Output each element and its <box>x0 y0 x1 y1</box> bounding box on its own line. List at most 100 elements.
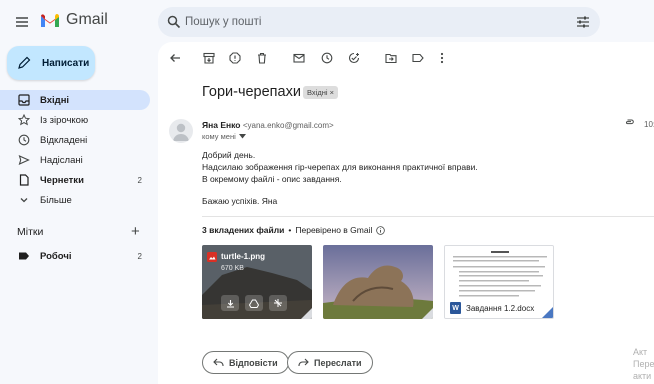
more-icon <box>440 52 444 64</box>
add-label-button[interactable]: + <box>131 223 140 240</box>
labels-button[interactable] <box>410 50 426 66</box>
search-input[interactable] <box>185 12 545 32</box>
delete-icon <box>258 52 266 64</box>
star-icon <box>18 114 30 126</box>
snooze-button[interactable] <box>319 50 335 66</box>
divider <box>202 216 654 217</box>
download-button[interactable] <box>221 295 239 311</box>
info-icon[interactable] <box>376 225 386 235</box>
sidebar-item-label: Відкладені <box>40 134 88 146</box>
report-spam-button[interactable] <box>227 50 243 66</box>
labels-icon <box>412 53 424 63</box>
archive-button[interactable] <box>201 50 217 66</box>
email-view: Гори-черепахи Вхідні × Яна Енко <yana.en… <box>158 42 654 384</box>
person-icon <box>173 123 189 141</box>
add-task-icon <box>348 52 360 64</box>
image-file-icon <box>207 252 217 262</box>
attachment-indicator-icon <box>626 119 634 125</box>
document-preview <box>445 246 553 300</box>
sender-email: <yana.enko@gmail.com> <box>242 121 334 130</box>
drive-icon <box>249 299 259 308</box>
chevron-down-icon <box>20 198 28 203</box>
sidebar-item-label: Чернетки <box>40 174 84 186</box>
add-task-button[interactable] <box>346 50 362 66</box>
send-icon <box>18 155 30 165</box>
sidebar-item-snoozed[interactable]: Відкладені <box>0 130 150 150</box>
draft-icon <box>19 174 29 186</box>
main-menu-button[interactable] <box>10 10 34 34</box>
gmail-m-icon <box>41 13 59 27</box>
app-name: Gmail <box>66 11 108 28</box>
caret-down-icon <box>238 134 246 139</box>
labels-heading: Мітки <box>17 226 44 238</box>
attachment-size: 670 KB <box>221 265 244 272</box>
delete-button[interactable] <box>254 50 270 66</box>
attachments-scan-status: Перевірено в Gmail <box>295 225 373 235</box>
attachment-turtle-1[interactable]: turtle-1.png 670 KB <box>202 245 312 319</box>
sidebar-item-drafts[interactable]: Чернетки 2 <box>0 170 150 190</box>
menu-icon <box>16 17 28 27</box>
attachment-name: turtle-1.png <box>221 252 265 261</box>
sidebar-item-label: Більше <box>40 194 72 206</box>
sidebar-item-more[interactable]: Більше <box>0 190 150 210</box>
turtle-rock-thumbnail <box>323 245 433 319</box>
sender-line: Яна Енко <yana.enko@gmail.com> <box>202 120 334 130</box>
add-to-photos-button[interactable] <box>269 295 287 311</box>
sidebar-item-inbox[interactable]: Вхідні <box>0 90 150 110</box>
move-to-button[interactable] <box>383 50 399 66</box>
folder-chip[interactable]: Вхідні × <box>303 86 338 99</box>
reply-button[interactable]: Відповісти <box>202 351 289 374</box>
archive-icon <box>203 52 215 64</box>
search-options-icon[interactable] <box>576 15 590 29</box>
attachments-count: 3 вкладених файли <box>202 225 285 235</box>
reply-label: Відповісти <box>229 357 278 368</box>
mark-unread-button[interactable] <box>291 50 307 66</box>
attachment-name: Завдання 1.2.docx <box>466 303 535 313</box>
recipient-details[interactable]: кому мені <box>202 132 246 141</box>
email-body-line: Надсилаю зображення гір-черепах для вико… <box>202 162 478 172</box>
document-label: W Завдання 1.2.docx <box>445 298 553 318</box>
sidebar-label-work[interactable]: Робочі 2 <box>0 246 150 266</box>
email-body-line: Добрий день. <box>202 150 256 160</box>
back-button[interactable] <box>167 50 183 66</box>
sidebar-item-starred[interactable]: Із зірочкою <box>0 110 150 130</box>
avatar[interactable] <box>169 119 193 143</box>
word-icon: W <box>450 302 461 314</box>
sidebar-item-label: Із зірочкою <box>40 114 89 126</box>
save-to-drive-button[interactable] <box>245 295 263 311</box>
activation-watermark: Акт Пере акти <box>633 347 654 381</box>
photos-icon <box>274 299 282 307</box>
more-button[interactable] <box>434 50 450 66</box>
email-time: 10:3 <box>644 120 654 129</box>
clock-icon <box>18 134 30 146</box>
label-count: 2 <box>137 251 142 261</box>
forward-icon <box>298 358 309 366</box>
attachment-docx[interactable]: W Завдання 1.2.docx <box>444 245 554 319</box>
sidebar-item-sent[interactable]: Надіслані <box>0 150 150 170</box>
inbox-icon <box>18 94 30 106</box>
label-icon <box>19 252 29 260</box>
search-bar[interactable] <box>158 7 600 37</box>
drafts-count: 2 <box>137 175 142 185</box>
report-spam-icon <box>229 52 241 64</box>
search-icon[interactable] <box>167 15 181 29</box>
email-body-line: В окремому файлі - опис завдання. <box>202 174 342 184</box>
forward-button[interactable]: Переслати <box>287 351 373 374</box>
sender-name: Яна Енко <box>202 120 241 130</box>
forward-label: Переслати <box>314 357 362 368</box>
recipient-label: кому мені <box>202 132 236 141</box>
attachments-header: 3 вкладених файли • Перевірено в Gmail <box>202 225 386 235</box>
compose-button[interactable]: Написати <box>7 46 95 80</box>
sidebar-item-label: Робочі <box>40 250 72 262</box>
snooze-icon <box>321 52 333 64</box>
move-to-icon <box>385 53 397 64</box>
attachment-turtle-2[interactable] <box>323 245 433 319</box>
mark-unread-icon <box>293 53 305 63</box>
reply-icon <box>213 358 224 366</box>
back-icon <box>170 54 180 62</box>
download-icon <box>226 299 234 308</box>
gmail-logo[interactable]: Gmail <box>40 11 108 29</box>
compose-label: Написати <box>42 57 90 69</box>
plus-icon: + <box>131 223 140 240</box>
email-body-line: Бажаю успіхів. Яна <box>202 196 278 206</box>
